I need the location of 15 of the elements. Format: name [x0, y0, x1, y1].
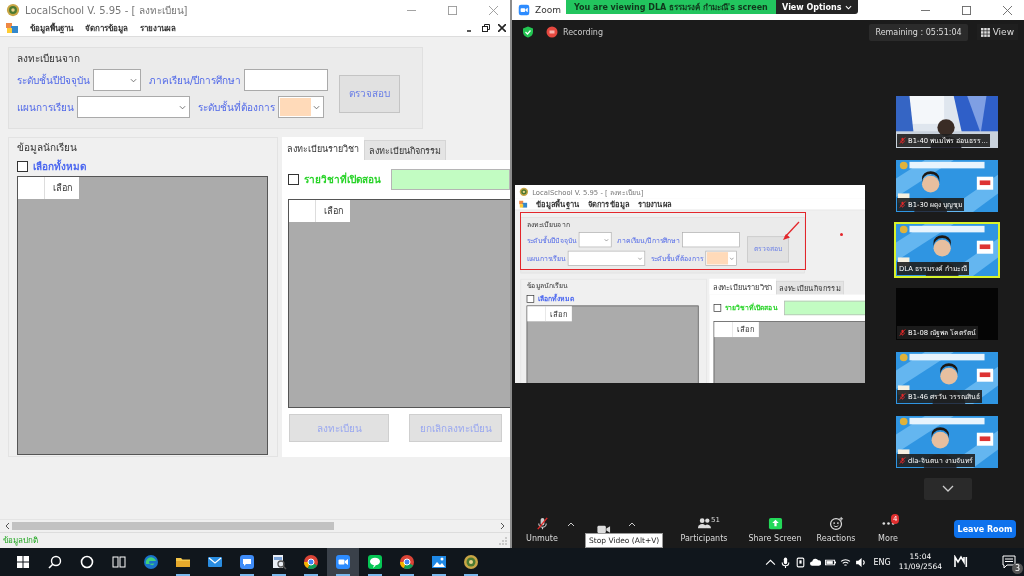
- field-label: ภาคเรียน/ปีการศึกษา: [149, 73, 242, 88]
- grid-header-cell: เลือก: [316, 200, 350, 222]
- group-title: ข้อมูลนักเรียน: [17, 141, 77, 155]
- field-label: ระดับชั้นปีปัจจุบัน: [17, 72, 90, 88]
- remaining-time: Remaining : 05:51:04: [869, 23, 968, 41]
- sharing-banner: You are viewing DLA ธรรมรงค์ กำมะณี's screen: [566, 0, 776, 14]
- grid-header-cell: เลือก: [45, 177, 79, 199]
- window-title: Zoom: [535, 5, 561, 15]
- field-label: ระดับชั้นที่ต้องการ: [198, 99, 275, 115]
- group-title: ลงทะเบียนจาก: [17, 52, 80, 66]
- recording-label: Recording: [563, 27, 603, 37]
- field-label: แผนการเรียน: [17, 100, 74, 115]
- notification-count: 3: [1012, 563, 1023, 574]
- window-title: LocalSchool V. 5.95 - [ ลงทะเบียน]: [25, 3, 188, 18]
- status-text: ข้อมูลปกติ: [3, 535, 38, 547]
